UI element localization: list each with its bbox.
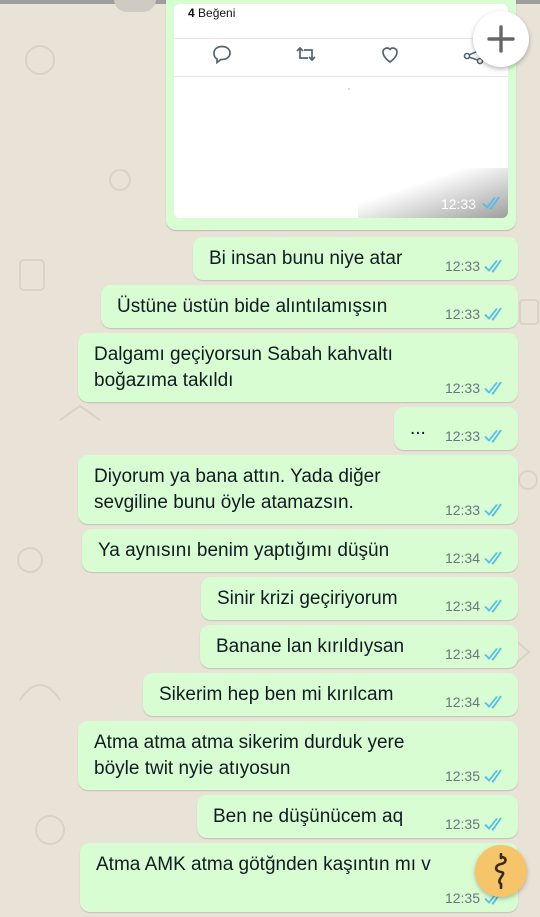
double-check-icon — [484, 381, 502, 396]
add-button[interactable] — [473, 11, 529, 67]
divider — [174, 76, 508, 77]
message-text: Banane lan kırıldıysan — [216, 636, 405, 657]
message-time: 12:34 — [444, 550, 480, 567]
message-bubble[interactable]: Üstüne üstün bide alıntılamışsın 12:33 — [101, 285, 518, 328]
message-time: 12:35 — [444, 890, 480, 907]
message-meta: 12:33 — [445, 378, 506, 396]
double-check-icon — [484, 817, 502, 832]
message-bubble[interactable]: Bi insan bunu niye atar 12:33 — [193, 237, 518, 280]
message-time: 12:35 — [444, 816, 480, 833]
divider — [174, 38, 508, 39]
message-time: 12:33 — [444, 306, 480, 323]
double-check-icon — [484, 551, 502, 566]
retweet-icon[interactable] — [294, 42, 318, 66]
message-meta: 12:33 — [445, 304, 506, 322]
message-time: 12:33 — [444, 502, 480, 519]
likes-count: 4 — [188, 6, 195, 20]
message-bubble[interactable]: Ya aynısını benim yaptığımı düşün 12:34 — [82, 529, 518, 572]
message-text: Sinir krizi geçiriyorum — [217, 588, 398, 609]
message-text: Dalgamı geçiyorsun Sabah kahvaltı boğazı… — [94, 344, 393, 391]
message-text: Ya aynısını benim yaptığımı düşün — [98, 540, 390, 561]
message-meta: 12:35 — [445, 766, 506, 784]
message-bubble[interactable]: Ben ne düşünücem aq 12:35 — [197, 795, 518, 838]
message-meta: 12:33 — [445, 426, 506, 444]
message-bubble[interactable]: Diyorum ya bana attın. Yada diğer sevgil… — [78, 455, 518, 524]
message-time: 12:34 — [444, 598, 480, 615]
message-text: ... — [410, 418, 426, 439]
message-text: Diyorum ya bana attın. Yada diğer sevgil… — [94, 466, 381, 513]
reply-icon[interactable] — [210, 42, 234, 66]
likes-label: Beğeni — [198, 6, 236, 20]
double-check-icon — [482, 196, 500, 210]
double-check-icon — [484, 429, 502, 444]
double-check-icon — [484, 259, 502, 274]
double-check-icon — [484, 307, 502, 322]
likes-row: 4 Beğeni — [188, 6, 235, 20]
message-bubble[interactable]: ... 12:33 — [394, 407, 518, 450]
message-bubble[interactable]: Atma atma atma sikerim durduk yere böyle… — [78, 721, 518, 790]
like-icon[interactable] — [378, 42, 402, 66]
message-text: Ben ne düşünücem aq — [213, 806, 404, 827]
message-meta: 12:34 — [445, 692, 506, 710]
message-time: 12:34 — [444, 694, 480, 711]
double-check-icon — [484, 769, 502, 784]
message-meta: 12:34 — [445, 596, 506, 614]
message-text: Atma AMK atma götğnden kaşıntın mı v — [96, 854, 431, 875]
message-meta: 12:34 — [445, 644, 506, 662]
plus-icon — [487, 25, 515, 53]
message-text: Üstüne üstün bide alıntılamışsın — [117, 296, 388, 317]
message-time: 12:33 — [444, 380, 480, 397]
message-time: 12:35 — [444, 768, 480, 785]
double-check-icon — [484, 695, 502, 710]
message-text: Bi insan bunu niye atar — [209, 248, 403, 269]
shared-post-card[interactable]: 4 Beğeni 12:33 — [174, 4, 508, 218]
message-meta: 12:35 — [445, 814, 506, 832]
message-time: 12:34 — [444, 646, 480, 663]
message-bubble[interactable]: Dalgamı geçiyorsun Sabah kahvaltı boğazı… — [78, 333, 518, 402]
message-bubble[interactable]: Sikerim hep ben mi kırılcam 12:34 — [143, 673, 518, 716]
double-check-icon — [484, 599, 502, 614]
message-meta: 12:33 — [445, 500, 506, 518]
message-bubble[interactable]: Atma AMK atma götğnden kaşıntın mı v 12:3… — [80, 843, 518, 912]
floating-action-button[interactable] — [475, 845, 527, 897]
message-time: 12:33 — [440, 196, 476, 212]
message-bubble[interactable]: Banane lan kırıldıysan 12:34 — [200, 625, 518, 668]
double-check-icon — [484, 503, 502, 518]
double-check-icon — [484, 647, 502, 662]
shared-post-bubble[interactable]: 4 Beğeni 12:33 — [166, 0, 516, 230]
message-meta: 12:34 — [445, 548, 506, 566]
squiggle-icon — [494, 853, 507, 889]
message-text: Sikerim hep ben mi kırılcam — [159, 684, 394, 705]
message-text: Atma atma atma sikerim durduk yere böyle… — [94, 732, 405, 779]
timestamp-shade — [358, 168, 508, 218]
message-bubble[interactable]: Sinir krizi geçiriyorum 12:34 — [201, 577, 518, 620]
message-time: 12:33 — [444, 258, 480, 275]
message-time: 12:33 — [444, 428, 480, 445]
media-dot — [348, 88, 350, 90]
message-meta: 12:33 — [445, 256, 506, 274]
